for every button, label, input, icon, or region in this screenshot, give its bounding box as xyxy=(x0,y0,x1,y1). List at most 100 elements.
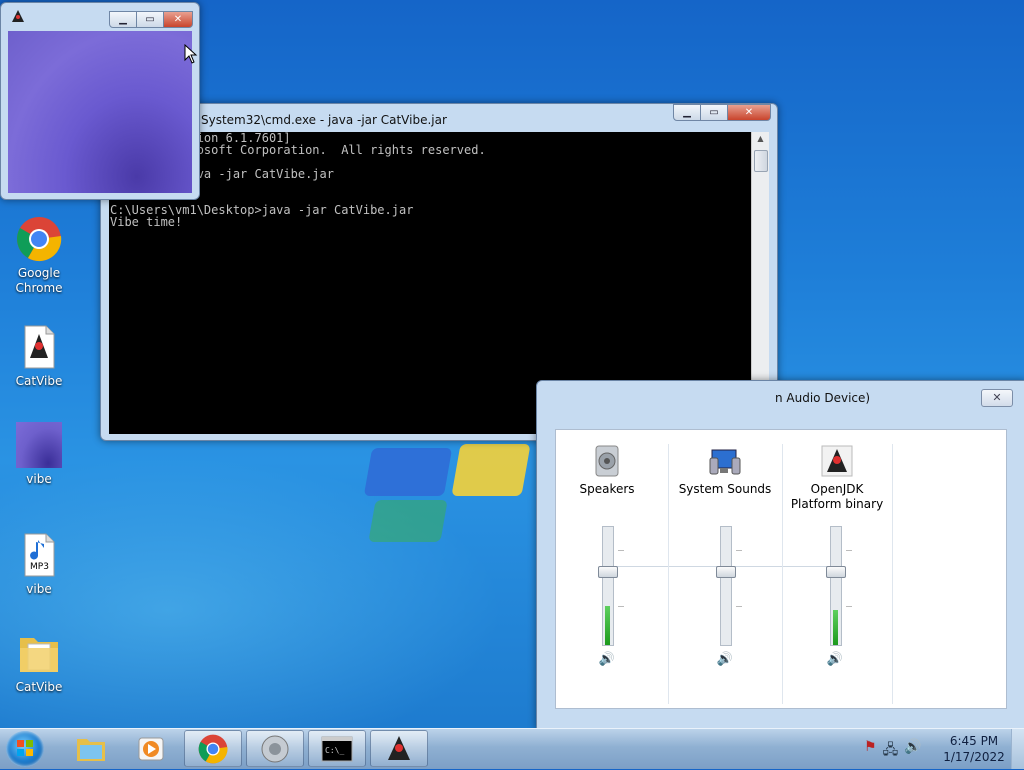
desktop-icon-vibe-mp3[interactable]: MP3 vibe xyxy=(4,532,74,597)
slider-tick xyxy=(736,606,742,607)
volume-slider[interactable] xyxy=(602,526,614,646)
taskbar-java[interactable] xyxy=(370,730,428,767)
mixer-panel: Speakers 🔊 System Sounds 🔊 OpenJDK Platf… xyxy=(555,429,1007,709)
mp3-badge: MP3 xyxy=(30,562,49,572)
close-button[interactable]: ✕ xyxy=(981,389,1013,407)
taskbar: C:\_ ⚑ 🖧 🔊 6:45 PM 1/17/2022 xyxy=(0,728,1024,769)
taskbar-volume-mixer[interactable] xyxy=(246,730,304,767)
slider-tick xyxy=(846,550,852,551)
clock[interactable]: 6:45 PM 1/17/2022 xyxy=(938,733,1010,765)
console-line: C:\Users\vm1\Desktop>java -jar CatVibe.j… xyxy=(110,203,414,217)
slider-tick xyxy=(618,550,624,551)
windows-flag-icon xyxy=(17,740,33,756)
maximize-icon: ▭ xyxy=(145,14,155,25)
slider-thumb[interactable] xyxy=(716,566,736,578)
channel-label: Speakers xyxy=(579,482,635,496)
minimize-icon: ▁ xyxy=(683,107,691,118)
minimize-button[interactable]: ▁ xyxy=(673,104,701,121)
taskbar-explorer[interactable] xyxy=(62,730,120,767)
show-desktop-button[interactable] xyxy=(1011,729,1024,769)
desktop-icon-label: vibe xyxy=(26,582,52,596)
image-thumbnail-icon xyxy=(16,422,62,468)
minimize-button[interactable]: ▁ xyxy=(109,11,137,28)
system-tray: ⚑ 🖧 🔊 xyxy=(864,739,922,763)
desktop-icon-chrome[interactable]: Google Chrome xyxy=(4,216,74,296)
slider-tick xyxy=(736,550,742,551)
close-icon: ✕ xyxy=(992,391,1002,404)
taskbar-cmd[interactable]: C:\_ xyxy=(308,730,366,767)
console-line: c) 2009 Microsoft Corporation. All right… xyxy=(110,143,486,157)
mute-speaker-icon[interactable]: 🔊 xyxy=(716,652,734,668)
channel-label: System Sounds xyxy=(678,482,772,496)
java-icon xyxy=(10,9,26,25)
desktop-icon-vibe-image[interactable]: vibe xyxy=(4,422,74,487)
taskbar-chrome[interactable] xyxy=(184,730,242,767)
peak-meter xyxy=(833,610,838,645)
maximize-button[interactable]: ▭ xyxy=(700,104,728,121)
system-sounds-icon xyxy=(708,444,742,478)
start-button[interactable] xyxy=(6,731,44,767)
channel-divider xyxy=(782,444,783,704)
scrollbar-thumb[interactable] xyxy=(754,150,768,172)
java-jar-icon xyxy=(16,324,62,370)
slider-tick xyxy=(846,606,852,607)
slider-tick xyxy=(618,606,624,607)
volume-icon[interactable]: 🔊 xyxy=(904,739,921,763)
speaker-icon xyxy=(590,444,624,478)
mouse-cursor-icon xyxy=(184,43,198,67)
console-line: Vibe time! xyxy=(110,215,183,229)
speaker-icon xyxy=(261,735,289,762)
chrome-icon xyxy=(16,216,62,262)
close-icon: ✕ xyxy=(173,14,183,25)
network-icon[interactable]: 🖧 xyxy=(883,739,899,763)
window-title: System32\cmd.exe - java -jar CatVibe.jar xyxy=(201,113,447,127)
volume-slider[interactable] xyxy=(830,526,842,646)
maximize-icon: ▭ xyxy=(709,107,719,118)
volume-mixer-window[interactable]: n Audio Device) ✕ Speakers 🔊 System Soun… xyxy=(536,380,1024,730)
desktop-icon-label: vibe xyxy=(26,472,52,486)
chrome-icon xyxy=(198,734,228,763)
java-icon xyxy=(820,444,854,478)
channel-divider xyxy=(892,444,893,704)
command-prompt-icon: C:\_ xyxy=(321,736,353,761)
minimize-icon: ▁ xyxy=(119,14,127,25)
scroll-up-icon[interactable]: ▲ xyxy=(752,134,769,149)
peak-meter xyxy=(605,606,610,645)
desktop-icon-catvibe-folder[interactable]: CatVibe xyxy=(4,630,74,695)
slider-thumb[interactable] xyxy=(826,566,846,578)
clock-date: 1/17/2022 xyxy=(943,750,1005,764)
channel-divider xyxy=(668,444,669,704)
windows-logo-wallpaper xyxy=(360,440,540,550)
svg-text:C:\_: C:\_ xyxy=(325,746,344,755)
volume-slider[interactable] xyxy=(720,526,732,646)
folder-icon xyxy=(77,738,105,761)
catvibe-java-window[interactable]: ▁ ▭ ✕ xyxy=(0,2,200,200)
folder-icon xyxy=(16,630,62,676)
desktop-icon-label: CatVibe xyxy=(15,374,63,388)
close-button[interactable]: ✕ xyxy=(727,104,771,121)
slider-thumb[interactable] xyxy=(598,566,618,578)
taskbar-media-player[interactable] xyxy=(122,730,180,767)
media-player-icon xyxy=(138,737,164,760)
caption-buttons: ▁ ▭ ✕ xyxy=(109,11,193,28)
cat-video-canvas[interactable] xyxy=(8,31,192,193)
desktop-icon-label: Google Chrome xyxy=(15,266,63,295)
maximize-button[interactable]: ▭ xyxy=(136,11,164,28)
java-icon xyxy=(388,735,410,760)
close-icon: ✕ xyxy=(744,107,754,118)
channel-speakers: Speakers 🔊 xyxy=(564,430,650,708)
console-line: 1\Desktop>java -jar CatVibe.jar xyxy=(110,167,334,181)
close-button[interactable]: ✕ xyxy=(163,11,193,28)
window-title: n Audio Device) xyxy=(775,391,871,405)
channel-label: OpenJDK Platform binary xyxy=(790,482,884,511)
mp3-file-icon: MP3 xyxy=(16,532,62,578)
clock-time: 6:45 PM xyxy=(949,734,999,748)
caption-buttons: ▁ ▭ ✕ xyxy=(673,104,771,121)
action-center-flag-icon[interactable]: ⚑ xyxy=(864,739,877,763)
desktop-icon-catvibe-jar[interactable]: CatVibe xyxy=(4,324,74,389)
channel-openjdk: OpenJDK Platform binary 🔊 xyxy=(784,430,890,708)
mute-speaker-icon[interactable]: 🔊 xyxy=(598,652,616,668)
mute-speaker-icon[interactable]: 🔊 xyxy=(826,652,844,668)
channel-system-sounds: System Sounds 🔊 xyxy=(676,430,774,708)
